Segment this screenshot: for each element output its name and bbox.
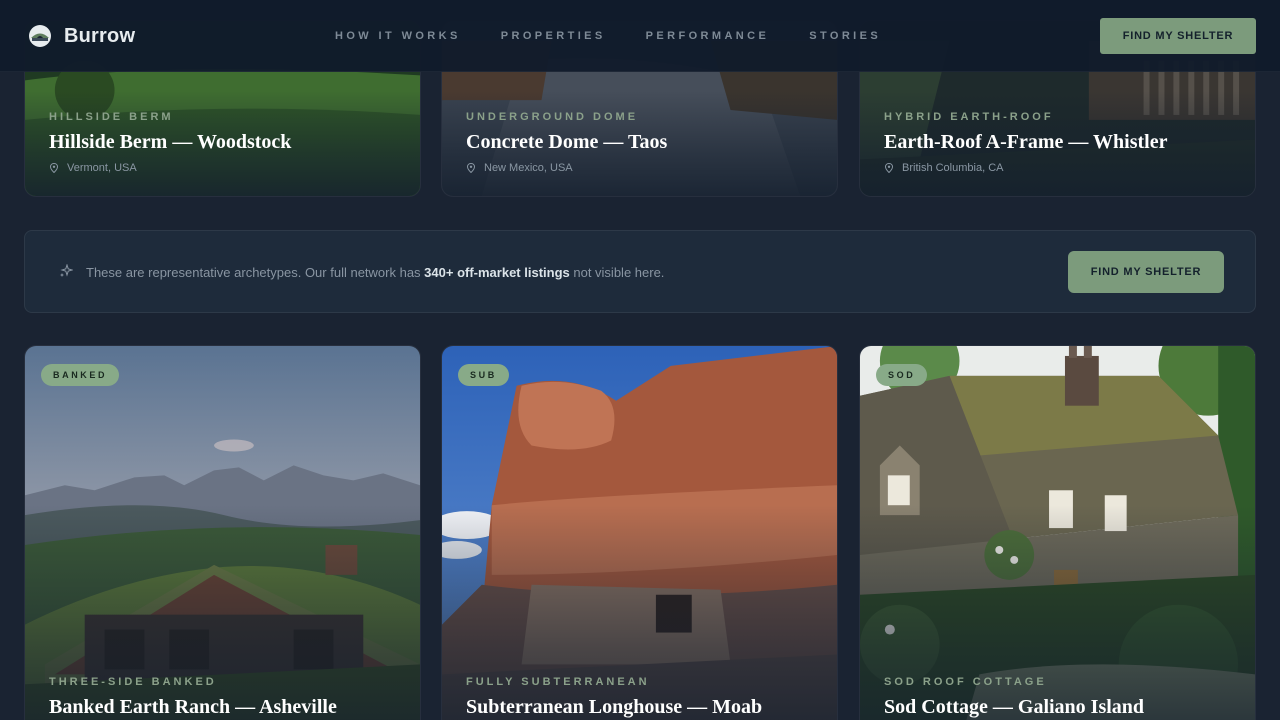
top-nav: Burrow HOW IT WORKS PROPERTIES PERFORMAN… [0,0,1280,72]
card-tag: SUB [458,364,509,386]
location-pin-icon [466,163,476,173]
find-my-shelter-nav-button[interactable]: FIND MY SHELTER [1100,18,1256,54]
card-title: Hillside Berm — Woodstock [49,131,292,153]
card-tag: SOD [876,364,928,386]
card-info: THREE-SIDE BANKED Banked Earth Ranch — A… [49,676,337,719]
card-category: HILLSIDE BERM [49,111,174,123]
card-title: Earth-Roof A-Frame — Whistler [884,131,1168,153]
card-location-text: New Mexico, USA [484,162,573,174]
card-info: UNDERGROUND DOME Concrete Dome — Taos Ne… [466,111,667,174]
card-title: Banked Earth Ranch — Asheville [49,696,337,718]
card-tag: BANKED [41,364,120,386]
card-title: Concrete Dome — Taos [466,131,668,153]
card-location-text: British Columbia, CA [902,162,1004,174]
property-card-banked-earth-ranch[interactable]: BANKED THREE-SIDE BANKED Banked Earth Ra… [24,345,421,720]
card-location: New Mexico, USA [466,162,667,174]
banner-text-part: not visible here. [569,265,665,280]
find-my-shelter-banner-button[interactable]: FIND MY SHELTER [1068,251,1224,293]
card-info: SOD ROOF COTTAGE Sod Cottage — Galiano I… [884,676,1144,719]
location-pin-icon [49,163,59,173]
nav-link-how-it-works[interactable]: HOW IT WORKS [335,30,461,42]
banner-text: These are representative archetypes. Our… [86,265,664,280]
card-category: THREE-SIDE BANKED [49,676,217,688]
card-title: Sod Cottage — Galiano Island [884,696,1145,718]
card-info: FULLY SUBTERRANEAN Subterranean Longhous… [466,676,762,719]
sparkle-icon [60,264,73,277]
card-location: Vermont, USA [49,162,291,174]
off-market-banner: These are representative archetypes. Our… [24,230,1256,313]
banner-text-part: These are representative archetypes. Our… [86,265,425,280]
burrow-logo-icon [29,25,51,47]
card-title: Subterranean Longhouse — Moab [466,696,763,718]
nav-links: HOW IT WORKS PROPERTIES PERFORMANCE STOR… [335,30,921,42]
banner-text-highlight: 340+ off-market listings [424,265,570,280]
location-pin-icon [884,163,894,173]
card-category: FULLY SUBTERRANEAN [466,676,650,688]
brand-name: Burrow [64,24,136,47]
card-category: UNDERGROUND DOME [466,111,639,123]
card-info: HILLSIDE BERM Hillside Berm — Woodstock … [49,111,291,174]
nav-link-properties[interactable]: PROPERTIES [501,30,606,42]
card-location-text: Vermont, USA [67,162,137,174]
card-location: British Columbia, CA [884,162,1167,174]
property-card-subterranean-longhouse[interactable]: SUB FULLY SUBTERRANEAN Subterranean Long… [441,345,838,720]
card-info: HYBRID EARTH-ROOF Earth-Roof A-Frame — W… [884,111,1167,174]
nav-link-performance[interactable]: PERFORMANCE [646,30,770,42]
brand[interactable]: Burrow [28,24,135,48]
card-category: SOD ROOF COTTAGE [884,676,1047,688]
card-category: HYBRID EARTH-ROOF [884,111,1054,123]
nav-link-stories[interactable]: STORIES [809,30,881,42]
property-card-sod-cottage[interactable]: SOD SOD ROOF COTTAGE Sod Cottage — Galia… [859,345,1256,720]
